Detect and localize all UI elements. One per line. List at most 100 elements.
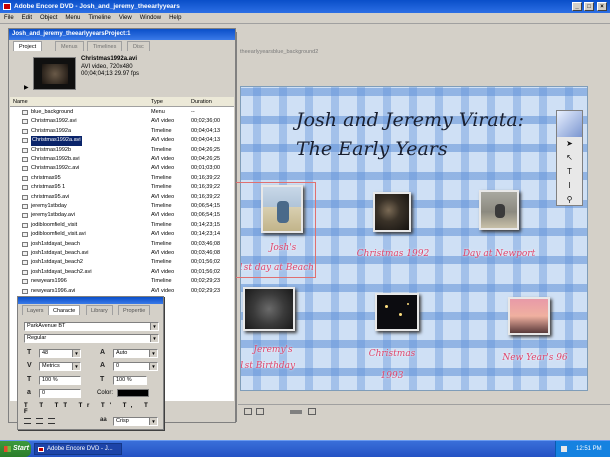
column-duration[interactable]: Duration <box>191 97 212 107</box>
text-style-buttons[interactable]: T T TT Tr T' T, T F <box>24 403 160 415</box>
alignment-buttons[interactable] <box>24 417 84 426</box>
leading-field[interactable]: Auto ▼ <box>113 349 158 358</box>
file-row[interactable]: Christmas1992c.avi AVI video 00;01;03;00 <box>10 164 234 173</box>
safe-area-icon[interactable] <box>256 408 264 415</box>
kerning-icon: V <box>27 362 32 369</box>
button-label-6[interactable]: New Year's 96 <box>493 353 577 363</box>
file-row[interactable]: jeremy1stbday.avi AVI video 00;06;54;15 <box>10 211 234 220</box>
tracking-field[interactable]: 0 ▼ <box>113 362 158 371</box>
file-icon <box>22 175 28 181</box>
tab-properties[interactable]: Propertie <box>118 305 151 315</box>
menu-file[interactable]: File <box>0 13 18 24</box>
tab-project[interactable]: Project <box>13 41 43 51</box>
play-preview-icon[interactable]: ▶ <box>24 84 29 91</box>
file-row[interactable]: jodibloomfield_visit.avi AVI video 00;14;2… <box>10 230 234 239</box>
menu-help[interactable]: Help <box>165 13 185 24</box>
thumb-first-birthday[interactable] <box>243 287 295 331</box>
menu-timeline[interactable]: Timeline <box>84 13 114 24</box>
view-button-icon[interactable] <box>244 408 252 415</box>
file-icon <box>22 128 28 134</box>
file-row[interactable]: newyears1996.avi AVI video 00;02;29;23 <box>10 287 234 296</box>
kerning-field[interactable]: Metrics ▼ <box>39 362 81 371</box>
thumb-newport[interactable] <box>479 190 519 230</box>
file-row[interactable]: christmas95.avi AVI video 00;16;39;22 <box>10 193 234 202</box>
tab-disc[interactable]: Disc <box>127 41 150 51</box>
button-label-4b[interactable]: 1st Birthday <box>241 361 307 371</box>
file-duration: 00;04;04;13 <box>191 137 221 144</box>
subpicture-icon[interactable] <box>290 410 302 414</box>
thumb-new-years-96[interactable] <box>508 297 550 335</box>
tab-menus[interactable]: Menus <box>55 41 84 51</box>
column-name[interactable]: Name <box>13 97 28 107</box>
file-name: josh1stdayat_beach <box>31 240 80 247</box>
tab-character[interactable]: Characte <box>48 305 81 315</box>
close-button[interactable]: × <box>597 2 607 11</box>
file-row[interactable]: Christmas1992.avi AVI video 00;02;36;00 <box>10 117 234 126</box>
file-row[interactable]: Christmas1992a Timeline 00;04;04;13 <box>10 127 234 136</box>
align-center-icon[interactable] <box>36 418 43 424</box>
file-row[interactable]: Christmas1992b.avi AVI video 00;04;26;25 <box>10 155 234 164</box>
dropdown-arrow-icon: ▼ <box>72 350 80 357</box>
baseline-shift-value: 0 <box>42 390 46 396</box>
file-duration: 00;04;26;25 <box>191 146 221 153</box>
file-row[interactable]: josh1stdayat_beach Timeline 00;03;46;08 <box>10 240 234 249</box>
baseline-shift-field[interactable]: 0 <box>39 389 81 398</box>
maximize-button[interactable]: □ <box>584 2 594 11</box>
zoom-tool-icon[interactable]: ⚲ <box>557 193 582 207</box>
taskbar-item-encore[interactable]: Adobe Encore DVD - J... <box>34 443 122 455</box>
file-type: AVI video <box>151 165 175 172</box>
horizontal-scale-value: 100 % <box>116 377 132 383</box>
file-row[interactable]: Christmas1992a.avi AVI video 00;04;04;13 <box>10 136 234 146</box>
button-label-5b[interactable]: 1993 <box>357 371 427 381</box>
button-label-4a[interactable]: Jeremy's <box>243 345 303 355</box>
file-row[interactable]: jeremy1stbday Timeline 00;06;54;15 <box>10 202 234 211</box>
menu-editor-tab[interactable]: theearlyyearsblue_background2 <box>238 47 468 57</box>
text-tool-icon[interactable]: T <box>557 165 582 179</box>
align-left-icon[interactable] <box>24 418 31 424</box>
file-row[interactable]: Christmas1992b Timeline 00;04;26;25 <box>10 146 234 155</box>
align-right-icon[interactable] <box>48 418 55 424</box>
file-row[interactable]: jodibloomfield_visit Timeline 00;14;23;15 <box>10 221 234 230</box>
kerning-value: Metrics <box>42 363 60 369</box>
button-selection-box[interactable] <box>232 182 316 278</box>
menu-view[interactable]: View <box>115 13 136 24</box>
file-icon <box>22 194 28 200</box>
minimize-button[interactable]: _ <box>572 2 582 11</box>
tab-layers[interactable]: Layers <box>22 305 49 315</box>
thumb-christmas-1993[interactable] <box>375 293 419 331</box>
font-size-field[interactable]: 48 ▼ <box>39 349 81 358</box>
column-type[interactable]: Type <box>151 97 163 107</box>
font-style-select[interactable]: Regular ▼ <box>24 334 159 343</box>
selection-tool-icon[interactable]: ➤ <box>557 137 582 151</box>
antialias-select[interactable]: Crisp ▼ <box>113 417 158 426</box>
color-swatch[interactable] <box>117 389 149 397</box>
button-label-5a[interactable]: Christmas <box>357 349 427 359</box>
clock: 12:51 PM <box>576 446 602 452</box>
button-label-3[interactable]: Day at Newport <box>459 249 539 259</box>
vertical-scale-field[interactable]: 100 % <box>39 376 81 385</box>
file-row[interactable]: josh1stdayat_beach2.avi AVI video 00;01;56… <box>10 268 234 277</box>
start-button[interactable]: Start <box>0 441 31 457</box>
menu-window[interactable]: Window <box>136 13 165 24</box>
file-row[interactable]: blue_background Menu -- <box>10 108 234 117</box>
tab-timelines[interactable]: Timelines <box>87 41 123 51</box>
file-row[interactable]: josh1stdayat_beach2 Timeline 00;01;56;02 <box>10 258 234 267</box>
tab-library[interactable]: Library <box>86 305 113 315</box>
file-row[interactable]: newyears1996 Timeline 00;02;29;23 <box>10 277 234 286</box>
file-row[interactable]: christmas95 Timeline 00;16;39;22 <box>10 174 234 183</box>
menu-edit[interactable]: Edit <box>18 13 36 24</box>
vertical-text-tool-icon[interactable]: I <box>557 179 582 193</box>
file-row[interactable]: christmas95 1 Timeline 00;16;39;22 <box>10 183 234 192</box>
button-label-2[interactable]: Christmas 1992 <box>353 249 433 259</box>
direct-select-tool-icon[interactable]: ↖ <box>557 151 582 165</box>
character-panel-titlebar <box>18 297 163 304</box>
horizontal-scale-field[interactable]: 100 % <box>113 376 147 385</box>
volume-icon[interactable] <box>561 446 567 452</box>
font-family-select[interactable]: ParkAvenue BT ▼ <box>24 322 159 331</box>
thumb-christmas-1992[interactable] <box>373 192 411 232</box>
menu-object[interactable]: Object <box>36 13 61 24</box>
file-name: jeremy1stbday.avi <box>31 212 75 219</box>
routing-icon[interactable] <box>308 408 316 415</box>
file-row[interactable]: josh1stdayat_beach.avi AVI video 00;03;46;… <box>10 249 234 258</box>
menu-menu[interactable]: Menu <box>61 13 84 24</box>
